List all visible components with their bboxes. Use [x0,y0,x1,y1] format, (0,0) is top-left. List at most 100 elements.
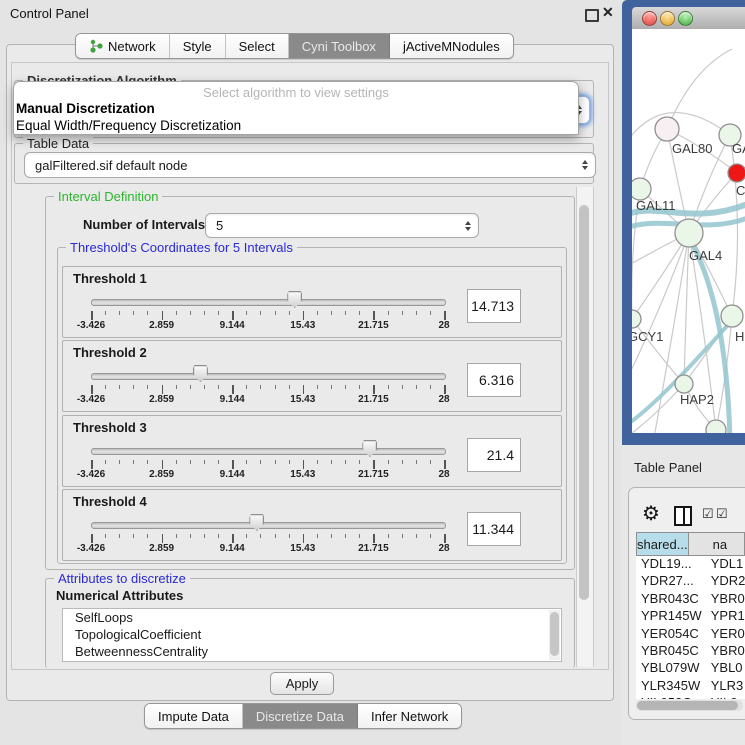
checkbox-icon[interactable]: ☑ [702,506,714,522]
tick-mark [289,534,290,538]
tick-mark [133,460,134,464]
numerical-attributes-list[interactable]: SelfLoopsTopologicalCoefficientBetweenne… [62,608,562,662]
table-row[interactable]: YBR043CYBR0 [636,591,745,608]
tick-mark [275,311,276,315]
table-column-header[interactable]: na [689,532,745,556]
checkbox-icon[interactable]: ☑ [716,506,728,522]
network-node[interactable] [728,164,745,182]
tab-label: Discretize Data [256,709,344,724]
tab-discretize-data[interactable]: Discretize Data [243,704,358,728]
network-edge [632,233,689,389]
slider-track[interactable] [91,448,446,455]
table-horizontal-scrollbar[interactable] [636,700,743,711]
tick-mark [218,534,219,538]
scrollbar-thumb[interactable] [579,205,589,600]
tick-mark [345,460,346,464]
apply-button[interactable]: Apply [270,672,334,695]
attribute-list-item[interactable]: TopologicalCoefficient [63,626,561,643]
tick-label: 9.144 [220,469,245,480]
tick-mark [402,534,403,538]
table-row[interactable]: YER054CYER0 [636,626,745,643]
tab-cyni-toolbox[interactable]: Cyni Toolbox [289,34,390,58]
table-cell: YDR27... [636,573,706,590]
num-intervals-select[interactable]: 5 [205,213,479,238]
tab-style[interactable]: Style [170,34,226,58]
table-row[interactable]: YIL053CYIL0 [636,695,745,699]
popup-menu-item[interactable]: Equal Width/Frequency Discretization [14,117,578,134]
tick-mark [373,385,375,394]
table-row[interactable]: YDL19...YDL1 [636,556,745,573]
popup-menu-item[interactable]: Manual Discretization [14,100,578,117]
threshold-value-field[interactable]: 6.316 [467,363,521,397]
tick-mark [331,534,332,538]
attribute-list-item[interactable]: BetweennessCentrality [63,643,561,660]
tick-mark [190,311,191,315]
tick-mark [105,534,106,538]
threshold-value-field[interactable]: 21.4 [467,438,521,472]
tick-label: 21.715 [358,469,389,480]
slider-track[interactable] [91,373,446,380]
tab-label: Infer Network [371,709,448,724]
gear-icon[interactable]: ⚙ [642,501,660,526]
table-row[interactable]: YBL079WYBL0 [636,660,745,677]
num-intervals-label: Number of Intervals [83,217,205,232]
scrollbar-thumb[interactable] [550,612,559,656]
network-node[interactable] [721,305,743,327]
tab-impute-data[interactable]: Impute Data [145,704,243,728]
network-node[interactable] [655,117,679,141]
table-row[interactable]: YPR145WYPR1 [636,608,745,625]
tick-mark [359,534,360,538]
tab-network[interactable]: Network [76,34,170,58]
tick-label: 21.715 [358,543,389,554]
zoom-traffic-light-icon[interactable] [678,11,693,26]
close-traffic-light-icon[interactable] [642,11,657,26]
table-row[interactable]: YDR27...YDR2 [636,573,745,590]
minimize-traffic-light-icon[interactable] [660,11,675,26]
network-edge [730,135,738,316]
tab-jactivemnodules[interactable]: jActiveMNodules [390,34,513,58]
tab-infer-network[interactable]: Infer Network [358,704,461,728]
node-label: H [735,329,744,344]
tick-mark [162,460,164,469]
network-window-titlebar[interactable] [632,7,745,30]
close-icon[interactable]: ✕ [602,4,614,21]
table-row[interactable]: YBR045CYBR0 [636,643,745,660]
settings-scrollbar[interactable] [576,187,594,667]
node-label: GAL80 [672,141,712,156]
slider-track[interactable] [91,522,446,529]
float-window-icon[interactable] [585,9,599,22]
network-node[interactable] [632,310,641,328]
tick-mark [359,460,360,464]
table-cell: YDR2 [706,573,745,590]
table-row[interactable]: YLR345WYLR3 [636,678,745,695]
tab-select[interactable]: Select [226,34,289,58]
threshold-value-field[interactable]: 11.344 [467,512,521,546]
tick-mark [317,534,318,538]
network-node[interactable] [675,375,693,393]
network-node[interactable] [632,178,651,200]
list-scrollbar[interactable] [549,610,560,660]
tick-mark [289,460,290,464]
tick-label: -3.426 [77,469,105,480]
tick-mark [444,311,446,320]
tab-label: Network [108,39,156,54]
scrollbar-thumb[interactable] [637,701,738,710]
network-view-canvas[interactable]: GAL80GACGAL11GAL4GCY1HHAP2 [632,29,745,433]
slider-tick-labels: -3.4262.8599.14415.4321.71528 [91,320,444,332]
slider-track[interactable] [91,299,446,306]
table-data-select[interactable]: galFiltered.sif default node [24,152,596,178]
tick-label: 2.859 [149,469,174,480]
columns-icon[interactable] [674,506,692,526]
network-node[interactable] [675,219,703,247]
tick-mark [430,385,431,389]
stepper-icon [582,160,588,170]
tick-mark [190,460,191,464]
attribute-list-item[interactable]: SelfLoops [63,609,561,626]
table-column-header[interactable]: shared... [636,532,689,556]
threshold-value-field[interactable]: 14.713 [467,289,521,323]
tick-mark [416,385,417,389]
tick-label: -3.426 [77,394,105,405]
tick-mark [91,534,93,543]
tick-label: 28 [438,320,449,331]
tick-mark [105,385,106,389]
